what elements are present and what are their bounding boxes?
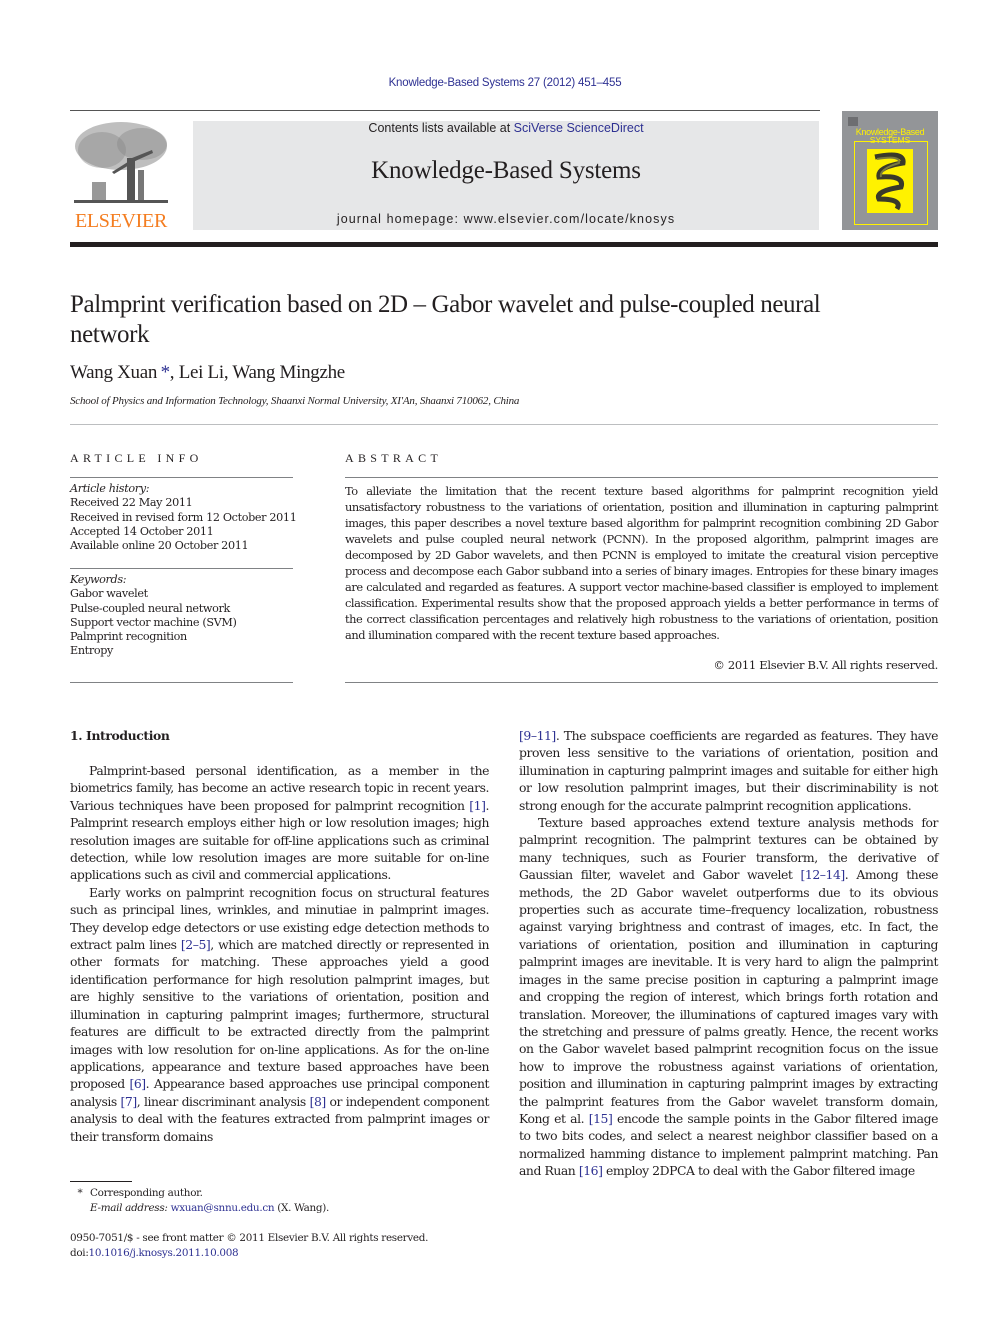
section-heading: 1. Introduction: [70, 728, 170, 743]
doi-line: doi:10.1016/j.knosys.2011.10.008: [70, 1246, 239, 1259]
email-label: E-mail address:: [90, 1201, 168, 1214]
footnotes: * Corresponding author. E-mail address: w…: [70, 1186, 500, 1215]
keyword: Pulse-coupled neural network: [70, 601, 230, 615]
elsevier-wordmark: ELSEVIER: [74, 210, 168, 232]
reference-link[interactable]: [8]: [310, 1094, 327, 1109]
body-column-left: Palmprint-based personal identification,…: [70, 762, 489, 1145]
author-affiliation: School of Physics and Information Techno…: [70, 395, 520, 407]
abstract-heading: ABSTRACT: [345, 451, 443, 465]
divider: [70, 477, 293, 478]
history-item: Received in revised form 12 October 2011: [70, 510, 297, 524]
title-rule: [70, 424, 938, 425]
divider: [70, 568, 293, 569]
email-link[interactable]: wxuan@snnu.edu.cn: [171, 1202, 275, 1214]
issn-line: 0950-7051/$ - see front matter © 2011 El…: [70, 1232, 429, 1244]
body-paragraph: Palmprint-based personal identification,…: [70, 762, 489, 884]
paragraph-text: . The subspace coefficients are regarded…: [519, 728, 938, 813]
keyword: Palmprint recognition: [70, 630, 187, 644]
body-paragraph: Early works on palmprint recognition foc…: [70, 884, 489, 1145]
cover-art: [867, 149, 913, 213]
header-thick-rule: [70, 242, 938, 247]
keyword: Support vector machine (SVM): [70, 615, 237, 629]
reference-link[interactable]: [6]: [129, 1076, 146, 1091]
elsevier-logo[interactable]: ELSEVIER: [70, 120, 172, 232]
issn-doi: 0950-7051/$ - see front matter © 2011 El…: [70, 1231, 500, 1260]
paragraph-text: . Among these methods, the 2D Gabor wave…: [519, 867, 938, 1126]
cover-spiral-icon: [874, 152, 906, 211]
journal-name: Knowledge-Based Systems: [371, 157, 641, 184]
email-note: E-mail address: wxuan@snnu.edu.cn (X. Wa…: [90, 1201, 329, 1214]
keyword: Entropy: [70, 644, 113, 658]
divider: [345, 477, 938, 478]
paragraph-text: employ 2DPCA to deal with the Gabor filt…: [602, 1163, 915, 1179]
keywords-label: Keywords:: [70, 573, 127, 586]
journal-citation[interactable]: Knowledge-Based Systems 27 (2012) 451–45…: [0, 77, 992, 89]
abstract-text: To alleviate the limitation that the rec…: [345, 484, 938, 642]
paragraph-text: , linear discriminant analysis: [136, 1093, 310, 1109]
journal-homepage[interactable]: journal homepage: www.elsevier.com/locat…: [193, 212, 819, 226]
cover-publisher-mark: [848, 117, 858, 126]
doi-link[interactable]: 10.1016/j.knosys.2011.10.008: [89, 1247, 239, 1259]
divider: [345, 682, 938, 683]
history-item: Available online 20 October 2011: [70, 539, 249, 553]
article-history-label: Article history:: [70, 482, 150, 495]
article-info-heading: ARTICLE INFO: [70, 451, 203, 465]
author-name[interactable]: Lei Li: [179, 362, 224, 383]
corresponding-author-note: * Corresponding author.: [70, 1186, 500, 1201]
article-history: Article history: Received 22 May 2011 Re…: [70, 482, 300, 553]
divider: [70, 682, 293, 683]
article-title: Palmprint verification based on 2D – Gab…: [70, 291, 821, 348]
reference-link[interactable]: [1]: [469, 798, 486, 813]
reference-link[interactable]: [7]: [121, 1094, 138, 1109]
footnote-star: *: [77, 1187, 83, 1199]
author-list: Wang Xuan *, Lei Li, Wang Mingzhe: [70, 362, 345, 383]
keyword: Gabor wavelet: [70, 587, 148, 601]
elsevier-tree-icon: [72, 120, 170, 208]
journal-cover-image[interactable]: Knowledge-Based SYSTEMS: [842, 111, 938, 230]
reference-link[interactable]: [9–11]: [519, 728, 556, 743]
history-item: Accepted 14 October 2011: [70, 524, 214, 538]
paragraph-text: Palmprint-based personal identification,…: [70, 763, 489, 813]
corresponding-author-mark[interactable]: *: [161, 362, 171, 383]
author-name[interactable]: Wang Mingzhe: [232, 362, 345, 383]
reference-link[interactable]: [2–5]: [181, 937, 211, 952]
body-paragraph: [9–11]. The subspace coefficients are re…: [519, 727, 938, 814]
cover-subtitle: SYSTEMS: [869, 135, 911, 145]
journal-banner: Contents lists available at SciVerse Sci…: [193, 121, 819, 230]
reference-link[interactable]: [12–14]: [801, 867, 846, 882]
reference-link[interactable]: [15]: [589, 1111, 613, 1126]
history-item: Received 22 May 2011: [70, 496, 193, 510]
paragraph-text: , which are matched directly or represen…: [70, 937, 489, 1092]
header-rule: [70, 110, 820, 111]
reference-link[interactable]: [16]: [579, 1163, 603, 1178]
footnote-rule: [70, 1181, 132, 1182]
abstract-copyright: © 2011 Elsevier B.V. All rights reserved…: [713, 658, 938, 672]
body-paragraph: Texture based approaches extend texture …: [519, 814, 938, 1180]
body-column-right: [9–11]. The subspace coefficients are re…: [519, 727, 938, 1180]
sciencedirect-link[interactable]: SciVerse ScienceDirect: [514, 121, 644, 135]
author-name[interactable]: Wang Xuan: [70, 362, 157, 383]
keywords: Keywords: Gabor wavelet Pulse-coupled ne…: [70, 573, 300, 659]
contents-availability: Contents lists available at SciVerse Sci…: [368, 121, 644, 135]
